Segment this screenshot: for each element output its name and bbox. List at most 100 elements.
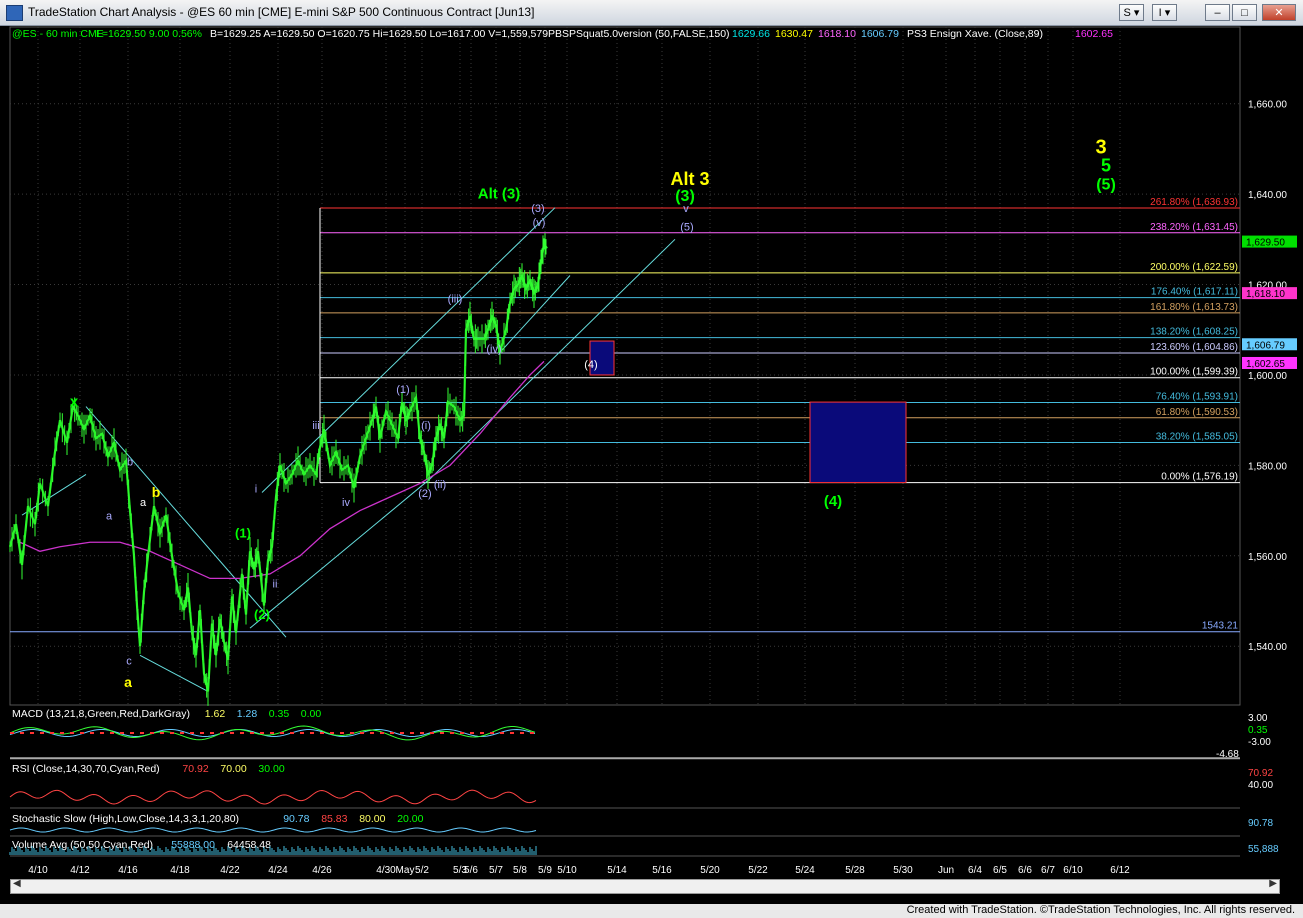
- x-tick-label: 6/6: [1018, 865, 1032, 876]
- indicator-axis-label: 55,888: [1248, 844, 1279, 855]
- wave-label: Alt 3: [670, 169, 709, 189]
- target-box: [809, 401, 907, 484]
- indicator-value: 80.00: [359, 813, 385, 825]
- wave-label: (iv): [486, 343, 501, 355]
- trend-line: [261, 207, 556, 493]
- wave-label: 5: [1101, 156, 1111, 176]
- wave-label: c: [126, 655, 132, 667]
- indicator-label: RSI (Close,14,30,70,Cyan,Red): [12, 763, 160, 775]
- fib-label: 76.40% (1,593.91): [1156, 391, 1238, 402]
- indicator-label: MACD (13,21,8,Green,Red,DarkGray): [12, 708, 190, 720]
- price-axis: 1,540.001,560.001,580.001,600.001,620.00…: [1242, 100, 1297, 653]
- x-tick-label: 5/6: [464, 865, 478, 876]
- wave-label: a: [106, 511, 113, 523]
- window-titlebar: TradeStation Chart Analysis - @ES 60 min…: [0, 0, 1303, 26]
- price-tick-label: 1,600.00: [1248, 371, 1287, 382]
- indicator-value: 1.28: [237, 708, 258, 720]
- price-tag-label: 1,602.65: [1246, 359, 1285, 370]
- wave-labels: xbaabca(1)(2)iiiiiiiv(1)(2)(i)(ii)(iii)(…: [70, 136, 1116, 689]
- indicator-axis-label: 3.00: [1248, 713, 1268, 724]
- indicator-value: 70.00: [220, 763, 246, 775]
- grid: [9, 26, 1241, 706]
- x-tick-label: 5/9: [538, 865, 552, 876]
- x-tick-label: 5/30: [893, 865, 913, 876]
- target-boxes: [589, 340, 907, 484]
- wave-label: (iii): [448, 294, 463, 306]
- fib-label: 176.40% (1,617.11): [1151, 287, 1238, 298]
- indicator-axis-label: 90.78: [1248, 818, 1273, 829]
- wave-label: (2): [254, 607, 270, 622]
- s-button[interactable]: S ▾: [1119, 4, 1144, 21]
- wave-label: v: [683, 203, 689, 215]
- wave-label: (1): [235, 526, 251, 541]
- indicator-value: 0.35: [269, 708, 290, 720]
- price-tick-label: 1,660.00: [1248, 100, 1287, 111]
- wave-label: (2): [418, 488, 431, 500]
- x-tick-label: 6/7: [1041, 865, 1055, 876]
- chart-area[interactable]: 261.80% (1,636.93) 238.20% (1,631.45) 200.…: [0, 25, 1303, 880]
- x-tick-label: 5/22: [748, 865, 768, 876]
- x-tick-label: 6/10: [1063, 865, 1083, 876]
- x-tick-label: 5/7: [489, 865, 503, 876]
- price-tick-label: 1,640.00: [1248, 190, 1287, 201]
- i-button[interactable]: I ▾: [1152, 4, 1177, 21]
- footer-text: Created with TradeStation. ©TradeStation…: [906, 904, 1295, 916]
- wave-label: (4): [584, 359, 597, 371]
- wave-label: i: [255, 484, 257, 496]
- wave-label: (4): [824, 493, 842, 510]
- wave-label: (v): [533, 217, 546, 229]
- fib-label: 200.00% (1,622.59): [1150, 262, 1238, 273]
- x-tick-label: 5/20: [700, 865, 720, 876]
- fib-levels: 261.80% (1,636.93) 238.20% (1,631.45) 200.…: [10, 197, 1240, 633]
- header-item: PS3 Ensign Xave. (Close,89): [907, 28, 1043, 40]
- indicator-label: Stochastic Slow (High,Low,Close,14,3,3,1…: [12, 813, 239, 825]
- header-item: PBSPSquat5.0version (50,FALSE,150): [548, 28, 730, 40]
- header-item: @ES - 60 min CME: [12, 28, 104, 40]
- x-tick-label: 4/18: [170, 865, 190, 876]
- maximize-icon[interactable]: □: [1232, 4, 1257, 21]
- trend-line: [249, 478, 431, 629]
- window-title: TradeStation Chart Analysis - @ES 60 min…: [28, 5, 535, 19]
- x-tick-label: 4/12: [70, 865, 90, 876]
- fib-label: 138.20% (1,608.25): [1150, 327, 1238, 338]
- header-item: 1630.47: [775, 28, 813, 40]
- x-tick-label: 5/10: [557, 865, 577, 876]
- trend-lines: [21, 207, 676, 692]
- fib-label: 61.80% (1,590.53): [1156, 407, 1238, 418]
- wave-label: (5): [680, 221, 693, 233]
- indicator-value: 1.62: [205, 708, 226, 720]
- indicator-axis-label: 70.92: [1248, 768, 1273, 779]
- wave-label: a: [124, 674, 132, 690]
- wave-label: (ii): [434, 479, 446, 491]
- x-tick-label: 6/5: [993, 865, 1007, 876]
- price-pane-frame: [9, 26, 1241, 706]
- minimize-icon[interactable]: ‒: [1205, 4, 1230, 21]
- stoch-line: [9, 827, 537, 833]
- scroll-left-icon[interactable]: ◀: [13, 878, 21, 889]
- wave-label: b: [127, 456, 133, 468]
- x-tick-label: 4/22: [220, 865, 240, 876]
- price-tick-label: 1,580.00: [1248, 461, 1287, 472]
- horizontal-scrollbar[interactable]: ◀ ▶: [10, 878, 1280, 894]
- price-tick-label: 1,540.00: [1248, 642, 1287, 653]
- header-item: 1602.65: [1075, 28, 1113, 40]
- x-tick-label: 4/24: [268, 865, 288, 876]
- scroll-right-icon[interactable]: ▶: [1269, 878, 1277, 889]
- x-tick-label: 6/12: [1110, 865, 1130, 876]
- indicator-axis-label: -3.00: [1248, 737, 1271, 748]
- header-item: 1618.10: [818, 28, 856, 40]
- indicator-value: 55888.00: [171, 839, 215, 851]
- x-tick-label: 5/16: [652, 865, 672, 876]
- indicator-value: 64458.48: [227, 839, 271, 851]
- wave-label: a: [140, 497, 147, 509]
- header-item: 1606.79: [861, 28, 899, 40]
- footer: Created with TradeStation. ©TradeStation…: [0, 904, 1303, 918]
- price-tag-label: 1,618.10: [1246, 289, 1285, 300]
- header-item: 1629.66: [732, 28, 770, 40]
- x-tick-label: 4/10: [28, 865, 48, 876]
- close-icon[interactable]: ✕: [1262, 4, 1296, 21]
- x-tick-label: 4/30: [376, 865, 396, 876]
- x-tick-label: 6/4: [968, 865, 982, 876]
- x-tick-label: 5/28: [845, 865, 865, 876]
- price-tag-label: 1,606.79: [1246, 340, 1285, 351]
